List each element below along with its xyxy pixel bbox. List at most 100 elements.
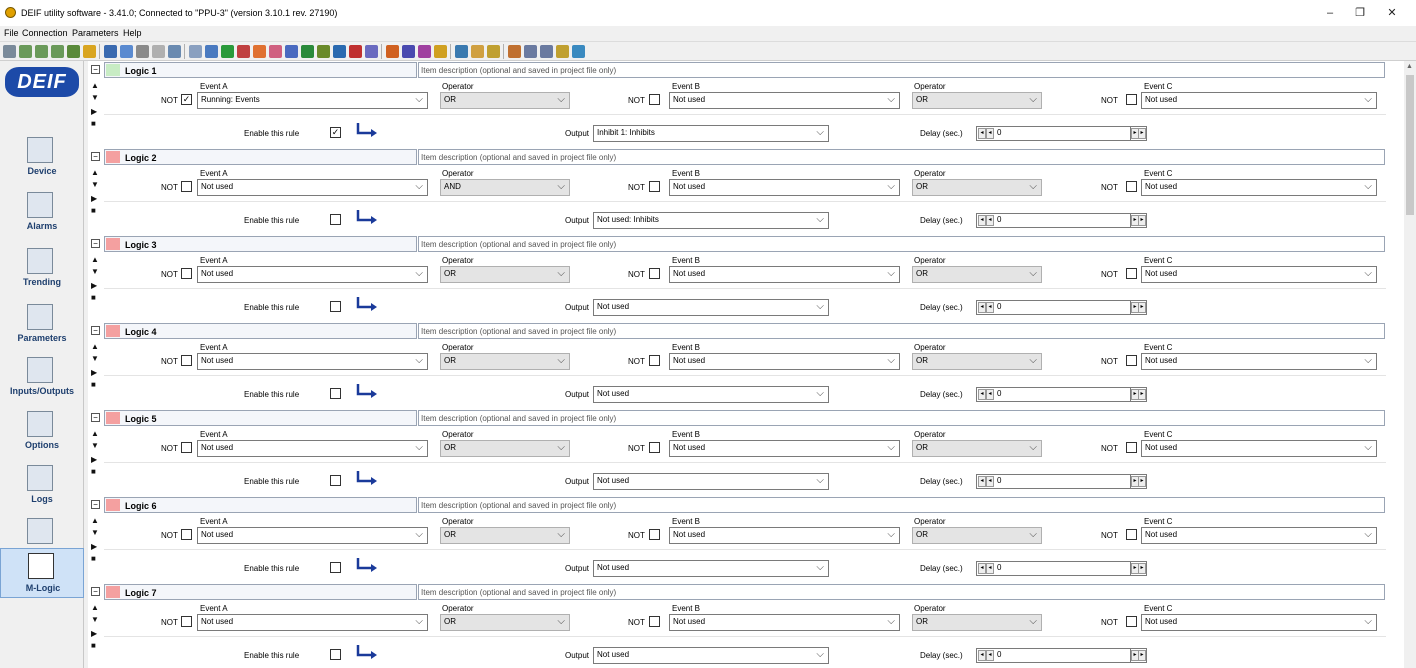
decrement-icon[interactable]: ◂: [978, 215, 986, 226]
delay-increment[interactable]: ▸ ▸: [1130, 561, 1147, 576]
collapse-icon[interactable]: −: [91, 152, 100, 161]
menu-connection[interactable]: Connection: [22, 28, 68, 38]
sidebar-item-logs[interactable]: Logs: [0, 461, 84, 511]
not-a-checkbox[interactable]: [181, 268, 192, 279]
stop-icon[interactable]: ■: [91, 380, 99, 390]
not-b-checkbox[interactable]: [649, 181, 660, 192]
chevron-down-icon[interactable]: ⌵: [1029, 529, 1037, 540]
run-icon[interactable]: ▶: [91, 542, 99, 552]
chevron-down-icon[interactable]: ⌵: [1364, 94, 1372, 105]
move-down-icon[interactable]: ▼: [91, 354, 99, 364]
decrement-fast-icon[interactable]: ◂: [986, 215, 994, 226]
chevron-down-icon[interactable]: ⌵: [816, 649, 824, 660]
event-c-select[interactable]: Not used ⌵: [1141, 179, 1377, 196]
operator-2-select[interactable]: OR ⌵: [912, 614, 1042, 631]
vertical-scrollbar[interactable]: ▲: [1404, 61, 1416, 668]
chevron-down-icon[interactable]: ⌵: [1364, 442, 1372, 453]
toolbar-button-icon[interactable]: [168, 45, 181, 58]
description-input[interactable]: Item description (optional and saved in …: [418, 236, 1385, 252]
toolbar-button-icon[interactable]: [333, 45, 346, 58]
toolbar-button-icon[interactable]: [508, 45, 521, 58]
toolbar-button-icon[interactable]: [152, 45, 165, 58]
description-input[interactable]: Item description (optional and saved in …: [418, 410, 1385, 426]
delay-input[interactable]: ◂ ◂ 0: [976, 213, 1145, 228]
delay-input[interactable]: ◂ ◂ 0: [976, 300, 1145, 315]
not-c-checkbox[interactable]: [1126, 442, 1137, 453]
event-b-select[interactable]: Not used ⌵: [669, 527, 900, 544]
event-a-select[interactable]: Running: Events ⌵: [197, 92, 428, 109]
chevron-down-icon[interactable]: ⌵: [887, 268, 895, 279]
chevron-down-icon[interactable]: ⌵: [1029, 616, 1037, 627]
minimize-button[interactable]: –: [1320, 4, 1340, 22]
chevron-down-icon[interactable]: ⌵: [557, 529, 565, 540]
output-select[interactable]: Not used ⌵: [593, 647, 829, 664]
chevron-down-icon[interactable]: ⌵: [415, 442, 423, 453]
toolbar-button-icon[interactable]: [35, 45, 48, 58]
restore-button[interactable]: ❐: [1350, 4, 1370, 22]
toolbar-button-icon[interactable]: [487, 45, 500, 58]
chevron-down-icon[interactable]: ⌵: [887, 94, 895, 105]
move-up-icon[interactable]: ▲: [91, 603, 99, 613]
decrement-icon[interactable]: ◂: [978, 563, 986, 574]
move-up-icon[interactable]: ▲: [91, 81, 99, 91]
decrement-fast-icon[interactable]: ◂: [986, 128, 994, 139]
not-b-checkbox[interactable]: [649, 268, 660, 279]
event-b-select[interactable]: Not used ⌵: [669, 266, 900, 283]
close-button[interactable]: ✕: [1382, 4, 1402, 22]
event-c-select[interactable]: Not used ⌵: [1141, 353, 1377, 370]
chevron-down-icon[interactable]: ⌵: [816, 562, 824, 573]
toolbar-button-icon[interactable]: [402, 45, 415, 58]
description-input[interactable]: Item description (optional and saved in …: [418, 584, 1385, 600]
enable-checkbox[interactable]: [330, 475, 341, 486]
output-select[interactable]: Inhibit 1: Inhibits ⌵: [593, 125, 829, 142]
collapse-icon[interactable]: −: [91, 500, 100, 509]
toolbar-button-icon[interactable]: [301, 45, 314, 58]
sidebar-item-alarms[interactable]: Alarms: [0, 188, 84, 238]
move-down-icon[interactable]: ▼: [91, 615, 99, 625]
delay-input[interactable]: ◂ ◂ 0: [976, 387, 1145, 402]
toolbar-button-icon[interactable]: [104, 45, 117, 58]
decrement-fast-icon[interactable]: ◂: [986, 389, 994, 400]
toolbar-button-icon[interactable]: [205, 45, 218, 58]
collapse-icon[interactable]: −: [91, 239, 100, 248]
toolbar-button-icon[interactable]: [455, 45, 468, 58]
chevron-down-icon[interactable]: ⌵: [557, 94, 565, 105]
event-b-select[interactable]: Not used ⌵: [669, 440, 900, 457]
move-down-icon[interactable]: ▼: [91, 180, 99, 190]
chevron-down-icon[interactable]: ⌵: [1029, 268, 1037, 279]
move-up-icon[interactable]: ▲: [91, 342, 99, 352]
move-up-icon[interactable]: ▲: [91, 516, 99, 526]
chevron-down-icon[interactable]: ⌵: [887, 529, 895, 540]
operator-2-select[interactable]: OR ⌵: [912, 527, 1042, 544]
chevron-down-icon[interactable]: ⌵: [887, 181, 895, 192]
chevron-down-icon[interactable]: ⌵: [415, 181, 423, 192]
toolbar-button-icon[interactable]: [434, 45, 447, 58]
menu-help[interactable]: Help: [123, 28, 142, 38]
decrement-icon[interactable]: ◂: [978, 128, 986, 139]
toolbar-button-icon[interactable]: [524, 45, 537, 58]
event-c-select[interactable]: Not used ⌵: [1141, 92, 1377, 109]
event-a-select[interactable]: Not used ⌵: [197, 527, 428, 544]
not-b-checkbox[interactable]: [649, 94, 660, 105]
operator-1-select[interactable]: OR ⌵: [440, 92, 570, 109]
toolbar-button-icon[interactable]: [19, 45, 32, 58]
stop-icon[interactable]: ■: [91, 119, 99, 129]
chevron-down-icon[interactable]: ⌵: [887, 355, 895, 366]
toolbar-button-icon[interactable]: [51, 45, 64, 58]
chevron-down-icon[interactable]: ⌵: [557, 355, 565, 366]
increment-fast-icon[interactable]: ▸: [1138, 302, 1146, 313]
chevron-down-icon[interactable]: ⌵: [1364, 529, 1372, 540]
move-down-icon[interactable]: ▼: [91, 267, 99, 277]
operator-1-select[interactable]: OR ⌵: [440, 353, 570, 370]
toolbar-button-icon[interactable]: [572, 45, 585, 58]
move-down-icon[interactable]: ▼: [91, 528, 99, 538]
toolbar-button-icon[interactable]: [317, 45, 330, 58]
scroll-thumb[interactable]: [1406, 75, 1414, 215]
stop-icon[interactable]: ■: [91, 554, 99, 564]
chevron-down-icon[interactable]: ⌵: [557, 181, 565, 192]
delay-increment[interactable]: ▸ ▸: [1130, 300, 1147, 315]
not-a-checkbox[interactable]: [181, 355, 192, 366]
chevron-down-icon[interactable]: ⌵: [1029, 181, 1037, 192]
event-b-select[interactable]: Not used ⌵: [669, 353, 900, 370]
collapse-icon[interactable]: −: [91, 65, 100, 74]
